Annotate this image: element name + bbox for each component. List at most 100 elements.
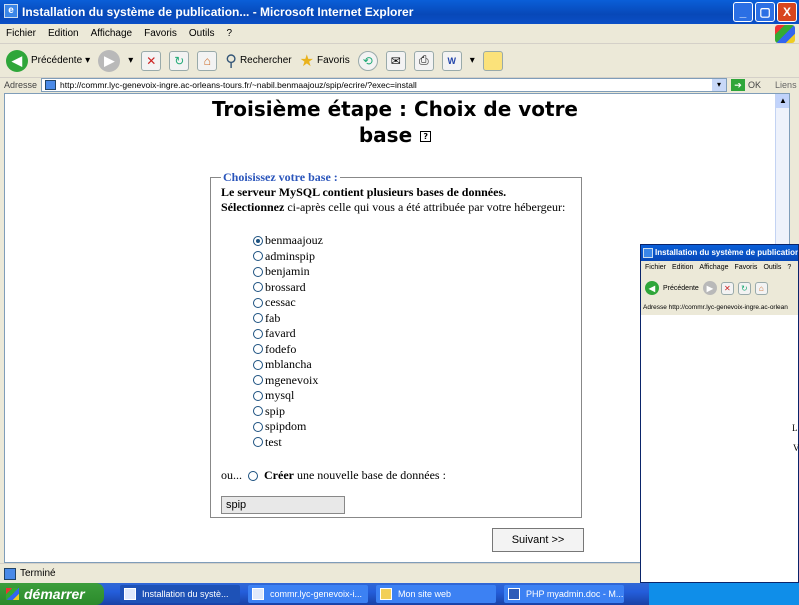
new-database-input[interactable]: spip (221, 496, 345, 514)
database-radio[interactable] (253, 437, 263, 448)
system-tray (649, 583, 799, 605)
refresh-button[interactable]: ↻ (169, 50, 190, 71)
help-icon[interactable]: ? (420, 131, 432, 142)
database-fieldset: Choisissez votre base : Le serveur MySQL… (210, 170, 582, 518)
task-label: Mon site web (398, 589, 452, 599)
database-radio[interactable] (253, 344, 263, 355)
database-option[interactable]: mysql (253, 388, 571, 404)
stop-button[interactable]: ✕ (720, 281, 734, 295)
go-button[interactable]: ➔ OK (731, 79, 761, 91)
chevron-down-icon[interactable]: ▾ (85, 55, 90, 66)
database-option-label: mysql (265, 388, 295, 403)
menu-fichier[interactable]: Fichier (645, 261, 666, 275)
links-label[interactable]: Liens (775, 80, 797, 90)
stop-button[interactable]: ✕ (141, 50, 162, 71)
home-button[interactable]: ⌂ (197, 50, 218, 71)
minimize-button[interactable]: _ (733, 2, 753, 22)
refresh-button[interactable]: ↻ (737, 281, 751, 295)
task-ie-commr[interactable]: commr.lyc-genevoix-i... (248, 585, 368, 603)
task-label: commr.lyc-genevoix-i... (270, 589, 363, 599)
window-controls: _ ▢ X (733, 2, 797, 22)
word-edit-button[interactable]: W (441, 50, 462, 71)
menu-outils[interactable]: Outils (189, 28, 215, 39)
database-radio[interactable] (253, 390, 263, 401)
windows-flag-icon (6, 588, 19, 600)
database-radio[interactable] (253, 328, 263, 339)
forward-button[interactable]: ▶ (702, 281, 717, 295)
history-button[interactable]: ⟲ (357, 50, 378, 71)
database-radio[interactable] (253, 421, 263, 432)
database-option[interactable]: cessac (253, 295, 571, 311)
database-radio[interactable] (253, 313, 263, 324)
database-option[interactable]: spipdom (253, 419, 571, 435)
back-arrow-icon[interactable]: ◀ (645, 281, 659, 295)
mail-button[interactable]: ✉ (385, 50, 406, 71)
menu-fichier[interactable]: Fichier (6, 28, 36, 39)
go-arrow-icon: ➔ (731, 79, 746, 91)
database-radio[interactable] (253, 297, 263, 308)
database-radio[interactable] (253, 235, 263, 246)
scroll-up-icon[interactable]: ▲ (776, 94, 789, 108)
go-label: OK (748, 80, 762, 90)
start-button[interactable]: démarrer (0, 583, 104, 605)
menu-affichage[interactable]: Affichage (699, 261, 728, 275)
menu-favoris[interactable]: Favoris (144, 28, 177, 39)
chevron-down-icon[interactable]: ▾ (128, 55, 133, 66)
database-radio[interactable] (253, 251, 263, 262)
database-radio[interactable] (253, 359, 263, 370)
menu-edition[interactable]: Edition (672, 261, 693, 275)
start-label: démarrer (24, 586, 85, 602)
intro-text: Le serveur MySQL contient plusieurs base… (221, 185, 571, 215)
menu-bar: Fichier Edition Affichage Favoris Outils… (0, 24, 799, 44)
ie-task-icon (124, 588, 136, 600)
database-option[interactable]: mblancha (253, 357, 571, 373)
second-toolbar: ◀ Précédente ▶ ✕ ↻ ⌂ (641, 275, 798, 301)
chevron-down-icon[interactable]: ▾ (470, 55, 475, 66)
menu-help[interactable]: ? (787, 261, 791, 275)
second-address-bar[interactable]: Adresse http://commr.lyc-genevoix-ingre.… (641, 301, 798, 315)
print-button[interactable]: ⎙ (413, 50, 434, 71)
notes-button[interactable] (482, 50, 503, 71)
star-icon: ★ (299, 52, 314, 70)
task-folder[interactable]: Mon site web (376, 585, 496, 603)
database-option[interactable]: mgenevoix (253, 373, 571, 389)
create-db-radio[interactable] (248, 470, 258, 481)
word-icon (508, 588, 520, 600)
database-option[interactable]: favard (253, 326, 571, 342)
database-radio[interactable] (253, 406, 263, 417)
forward-button[interactable]: ▶ (98, 49, 121, 72)
second-ie-window[interactable]: Installation du système de publication..… (640, 244, 799, 583)
database-option[interactable]: benmaajouz (253, 233, 571, 249)
address-url: http://commr.lyc-genevoix-ingre.ac-orlea… (60, 80, 417, 90)
database-option[interactable]: test (253, 435, 571, 451)
page-title-text: Troisième étape : Choix de votre base (211, 97, 578, 147)
next-button[interactable]: Suivant >> (492, 528, 584, 552)
maximize-button[interactable]: ▢ (755, 2, 775, 22)
favorites-button[interactable]: ★ Favoris (300, 51, 350, 71)
ie-window: e Installation du système de publication… (0, 0, 799, 605)
database-option[interactable]: benjamin (253, 264, 571, 280)
database-radio[interactable] (253, 266, 263, 277)
database-option[interactable]: spip (253, 404, 571, 420)
database-option-label: fab (265, 310, 281, 325)
menu-affichage[interactable]: Affichage (91, 28, 133, 39)
database-option-label: favard (265, 326, 296, 341)
menu-edition[interactable]: Edition (48, 28, 79, 39)
database-option[interactable]: adminspip (253, 249, 571, 265)
menu-favoris[interactable]: Favoris (734, 261, 757, 275)
database-option[interactable]: brossard (253, 280, 571, 296)
database-radio[interactable] (253, 375, 263, 386)
database-option[interactable]: fab (253, 311, 571, 327)
database-radio[interactable] (253, 282, 263, 293)
close-button[interactable]: X (777, 2, 797, 22)
address-input[interactable]: http://commr.lyc-genevoix-ingre.ac-orlea… (41, 78, 728, 92)
home-button[interactable]: ⌂ (754, 281, 768, 295)
task-ie-install[interactable]: Installation du systè... (120, 585, 240, 603)
search-button[interactable]: ⚲ Rechercher (225, 51, 291, 71)
database-option[interactable]: fodefo (253, 342, 571, 358)
menu-help[interactable]: ? (226, 28, 232, 39)
back-button[interactable]: ◀ Précédente ▾ (6, 49, 90, 72)
menu-outils[interactable]: Outils (763, 261, 781, 275)
task-word[interactable]: PHP myadmin.doc - M... (504, 585, 624, 603)
chevron-down-icon[interactable]: ▾ (712, 79, 727, 91)
